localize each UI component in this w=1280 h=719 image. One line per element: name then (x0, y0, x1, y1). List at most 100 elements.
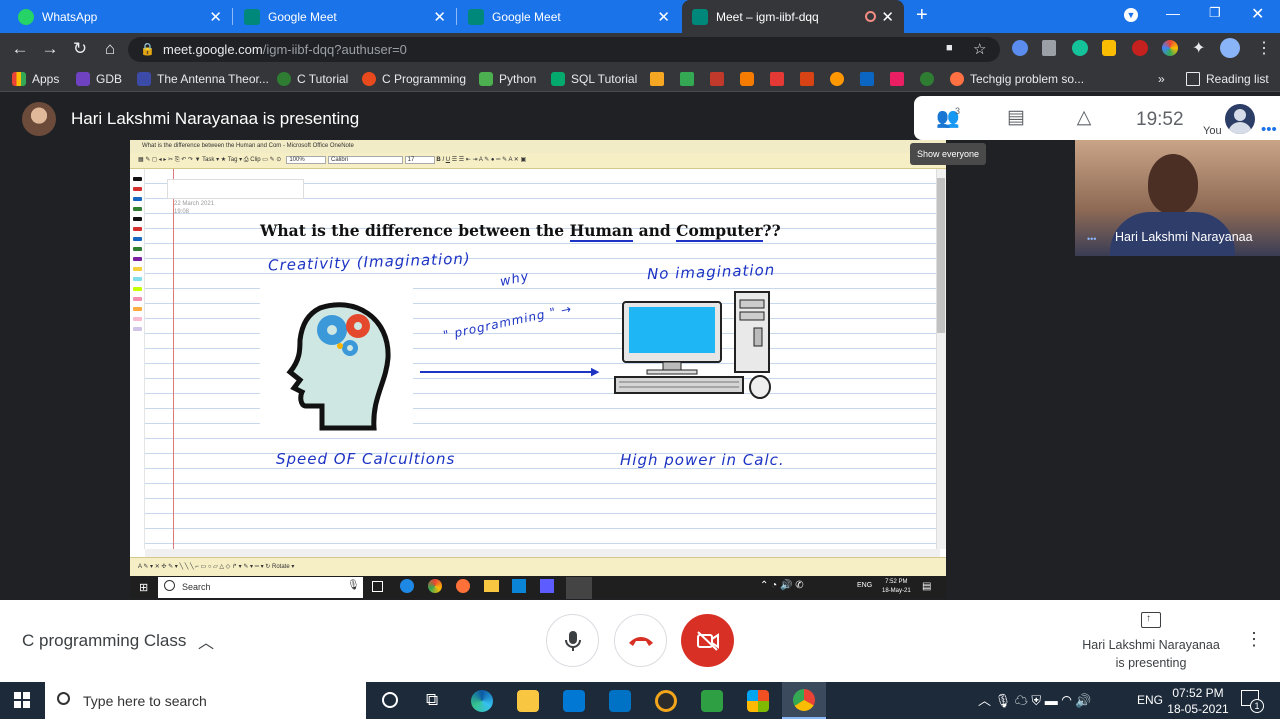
bookmark-apps[interactable]: Apps (12, 71, 59, 87)
url-domain: meet.google.com (163, 42, 263, 57)
shared-clock: 7:52 PM 18-May-21 (882, 579, 911, 594)
linkedin-icon[interactable] (860, 72, 874, 86)
bookmark-c-tutorial[interactable]: C Tutorial (277, 71, 348, 87)
file-explorer-icon[interactable] (517, 690, 539, 712)
arrow-head: ▶ (591, 366, 600, 378)
tab-google-meet-1[interactable]: Google Meet ✕ (234, 0, 456, 33)
minimize-icon[interactable]: — (1166, 5, 1180, 21)
techgig-icon (950, 72, 964, 86)
extensions-puzzle-icon[interactable]: ✦ (1192, 38, 1205, 58)
profile-avatar[interactable] (1220, 38, 1240, 58)
media-player-icon[interactable] (655, 690, 677, 712)
reading-list[interactable]: Reading list (1186, 71, 1269, 87)
address-bar[interactable]: 🔒 meet.google.com/igm-iibf-dqq?authuser=… (128, 37, 1000, 62)
back-icon[interactable]: ← (9, 39, 31, 59)
w3schools-icon (551, 72, 565, 86)
self-avatar[interactable] (1225, 104, 1255, 134)
bookmark-icon[interactable] (680, 72, 694, 86)
home-icon[interactable]: ⌂ (99, 39, 121, 59)
close-icon[interactable]: ✕ (209, 8, 222, 26)
leave-call-button[interactable] (614, 614, 667, 667)
url-path: /igm-iibf-dqq?authuser=0 (262, 42, 407, 57)
gdb-icon (76, 72, 90, 86)
task-view-icon[interactable]: ⧉ (426, 690, 438, 710)
grammarly-icon[interactable] (1072, 40, 1088, 56)
microphone-icon: 🎙 (347, 580, 360, 591)
horizontal-scrollbar[interactable] (145, 549, 940, 557)
onenote-toolbar: ▦ ✎ ◻ ◂ ▸ ✂ ⎘ ↶ ↷ ▼ Task ▾ ★ Tag ▾ ⎙ Cli… (130, 153, 946, 169)
app-icon (540, 579, 554, 593)
bookmark-antenna[interactable]: The Antenna Theor... (137, 71, 269, 87)
tab-search-icon[interactable]: ▼ (1124, 8, 1138, 22)
camera-icon[interactable]: ■ (946, 42, 953, 54)
app-icon[interactable] (747, 690, 769, 712)
taskbar-search[interactable]: Type here to search (45, 682, 366, 719)
presenting-status[interactable]: Hari Lakshmi Narayanaa is presenting (1078, 636, 1224, 672)
language-indicator[interactable]: ENG (1137, 693, 1163, 707)
onenote-title-bar: What is the difference between the Human… (130, 140, 946, 153)
system-clock[interactable]: 07:52 PM 18-05-2021 (1166, 685, 1230, 717)
gear-icon[interactable] (830, 72, 844, 86)
bookmark-icon[interactable] (890, 72, 904, 86)
font-size-select[interactable]: 17 (404, 156, 435, 164)
ublock-icon[interactable] (1132, 40, 1148, 56)
microphone-button[interactable] (546, 614, 599, 667)
shared-search-box: Search 🎙 (158, 577, 363, 598)
meeting-title: C programming Class (22, 631, 187, 650)
more-options-icon[interactable]: ••• (1261, 121, 1277, 138)
pdf-icon[interactable] (770, 72, 784, 86)
close-icon[interactable]: ✕ (433, 8, 446, 26)
extension-icon[interactable] (1012, 40, 1028, 56)
camera-off-button[interactable] (681, 614, 734, 667)
page-heading: What is the difference between the Human… (260, 221, 781, 242)
window-close-icon[interactable]: ✕ (1251, 4, 1264, 24)
bookmarks-overflow[interactable]: » (1158, 71, 1165, 87)
close-icon[interactable]: ✕ (657, 8, 670, 26)
tab-google-meet-2[interactable]: Google Meet ✕ (458, 0, 680, 33)
camera-app-icon[interactable] (701, 690, 723, 712)
page-title-box[interactable] (167, 179, 304, 199)
bookmark-icon[interactable] (800, 72, 814, 86)
chevron-up-icon[interactable]: ︿ (198, 629, 214, 653)
extension-icon[interactable] (1162, 40, 1178, 56)
bookmark-c-programming[interactable]: C Programming (362, 71, 466, 87)
edge-icon[interactable] (471, 690, 493, 712)
hang-up-icon (628, 636, 653, 646)
extension-icon[interactable] (1042, 40, 1056, 56)
font-select[interactable]: Calibri (328, 156, 403, 164)
tab-meet-active[interactable]: Meet – igm-iibf-dqq ✕ (682, 0, 904, 33)
mail-icon[interactable] (609, 690, 631, 712)
microsoft-store-icon[interactable] (563, 690, 585, 712)
blogger-icon[interactable] (740, 72, 754, 86)
present-screen-icon[interactable]: ↑ (1141, 612, 1161, 628)
language-indicator: ENG (857, 582, 873, 589)
chat-icon[interactable]: ▤ (1003, 106, 1029, 130)
extension-icon[interactable] (1102, 40, 1116, 56)
bookmark-gdb[interactable]: GDB (76, 71, 122, 87)
restore-icon[interactable]: ❐ (1209, 5, 1221, 21)
close-icon[interactable]: ✕ (881, 8, 894, 26)
bookmark-icon[interactable] (920, 72, 934, 86)
bookmark-sql-tutorial[interactable]: SQL Tutorial (551, 71, 637, 87)
new-tab-icon[interactable]: + (916, 4, 928, 27)
scroll-thumb[interactable] (937, 178, 945, 333)
cortana-icon[interactable] (382, 692, 398, 708)
bookmark-techgig[interactable]: Techgig problem so... (950, 71, 1084, 87)
more-options-icon[interactable]: ⋮ (1245, 629, 1263, 650)
bookmark-python[interactable]: Python (479, 71, 536, 87)
system-tray-icons[interactable]: ︿ 🎙 ☁ ⛨ ▬ ◠ 🔊 (978, 690, 1092, 709)
c-programming-icon (362, 72, 376, 86)
forward-icon[interactable]: → (39, 39, 61, 59)
zoom-select[interactable]: 100% (286, 156, 327, 164)
menu-kebab-icon[interactable]: ⋮ (1256, 38, 1272, 58)
bookmark-icon[interactable] (710, 72, 724, 86)
reload-icon[interactable]: ↻ (69, 39, 91, 59)
meet-icon (692, 8, 708, 25)
tab-whatsapp[interactable]: WhatsApp ✕ (8, 0, 232, 33)
activities-icon[interactable]: △ (1071, 106, 1097, 130)
windows-start-icon[interactable] (14, 692, 30, 708)
antenna-icon (137, 72, 151, 86)
bookmark-icon[interactable] (650, 72, 664, 86)
chrome-taskbar-button[interactable] (782, 682, 826, 719)
bookmark-star-icon[interactable]: ☆ (973, 40, 986, 58)
